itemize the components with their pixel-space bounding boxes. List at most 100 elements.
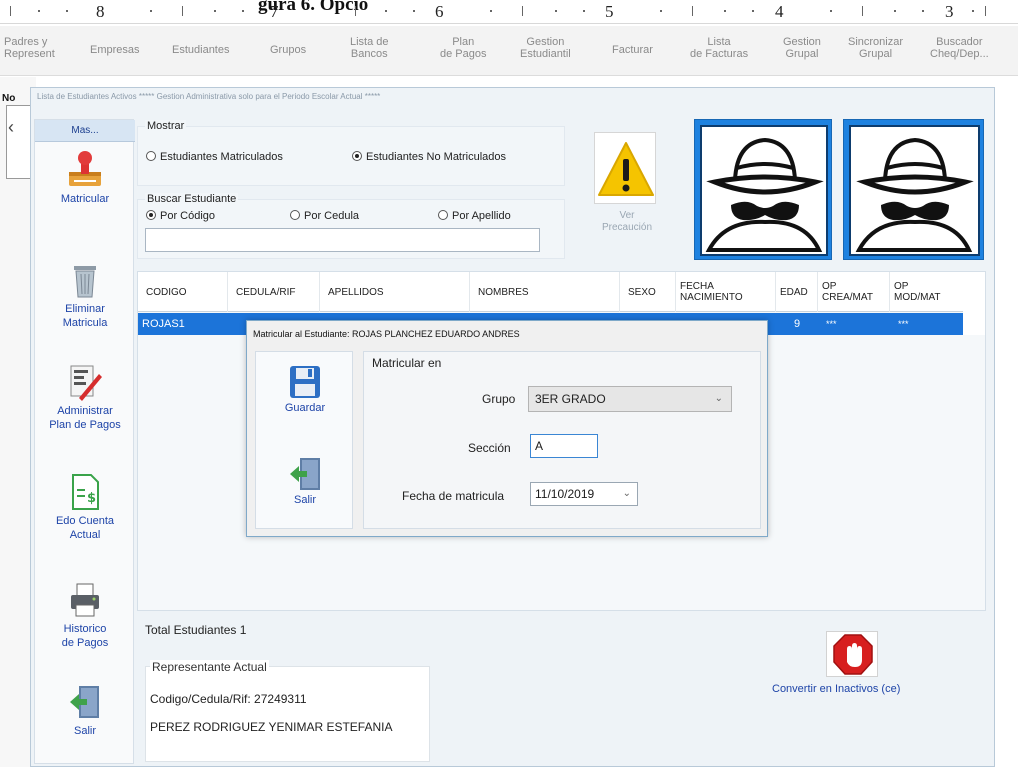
menu-empresas[interactable]: Empresas [90,44,140,56]
group-label: Grupo [482,392,516,406]
menu-padres-representantes[interactable]: Padres y Represent [4,36,55,60]
exit-door-icon [288,456,322,492]
side-toolbar: Mas... Matricular Eliminar Matricula Adm… [34,119,135,764]
ruler-number: 4 [775,2,784,21]
enroll-date-value: 11/10/2019 [535,487,595,501]
column-header-edad[interactable]: EDAD [776,272,818,312]
cell-op-mod: *** [898,319,909,329]
radio-label: Estudiantes No Matriculados [366,151,507,163]
payment-history-label: Historico de Pagos [61,623,109,649]
ruler-tick [522,6,523,16]
ruler-tick [894,10,896,12]
ruler-tick [355,6,356,16]
radio-dot [146,151,156,161]
menu-gestion-estudiantil[interactable]: Gestion Estudiantil [520,36,571,60]
exit-button[interactable]: Salir [35,682,135,738]
radio-dot [438,210,448,220]
enroll-label: Matricular [60,193,110,205]
spy-avatar-icon [694,119,832,260]
ruler-tick [66,10,68,12]
delete-enrollment-button[interactable]: Eliminar Matricula [35,260,135,330]
radio-search-by-cedula[interactable]: Por Cedula [290,210,359,222]
ruler-tick [413,10,415,12]
cell-edad: 9 [794,318,801,330]
menu-estudiantes[interactable]: Estudiantes [172,44,229,56]
exit-label: Salir [73,725,96,737]
back-arrow-icon[interactable]: ‹ [8,117,14,138]
menu-sincronizar-grupal[interactable]: Sincronizar Grupal [848,36,903,60]
radio-enrolled-students[interactable]: Estudiantes Matriculados [146,151,283,163]
search-student-label: Buscar Estudiante [145,193,239,205]
radio-label: Por Código [160,210,216,222]
column-header-codigo[interactable]: CODIGO [138,272,228,312]
dialog-exit-label: Salir [293,494,316,506]
edit-plan-icon [67,362,103,402]
enroll-button[interactable]: Matricular [35,150,135,206]
ruler-number: 8 [96,2,105,21]
ruler-tick [660,10,662,12]
tab-mas[interactable]: Mas... [35,120,135,142]
representative-id: Codigo/Cedula/Rif: 27249311 [150,692,307,706]
radio-dot-selected [146,210,156,220]
radio-not-enrolled-students[interactable]: Estudiantes No Matriculados [352,151,506,163]
representative-name: PEREZ RODRIGUEZ YENIMAR ESTEFANIA [150,720,393,734]
ruler-bar: gura 6. Opcio 8 7 6 5 4 3 [0,0,1018,24]
enroll-stamp-icon [67,150,103,190]
ruler-tick [182,6,183,16]
parent-label: No [2,93,16,104]
convert-inactive-label[interactable]: Convertir en Inactivos (ce) [772,683,900,695]
view-caution-button[interactable]: Ver Precaución [590,132,664,242]
ruler-number: 7 [270,2,279,21]
column-header-apellidos[interactable]: APELLIDOS [320,272,470,312]
representative-group [145,666,430,762]
top-menu-bar: Padres y Represent Empresas Estudiantes … [0,26,1018,76]
account-statement-icon: $ [67,472,103,512]
menu-lista-facturas[interactable]: Lista de Facturas [690,36,748,60]
ruler-tick [214,10,216,12]
printer-icon [67,580,103,620]
convert-inactive-button[interactable] [826,631,878,677]
payment-history-button[interactable]: Historico de Pagos [35,580,135,650]
ruler-tick [555,10,557,12]
total-students: Total Estudiantes 1 [145,623,247,637]
spy-avatar-icon [843,119,984,260]
delete-enrollment-label: Eliminar Matricula [62,303,108,329]
menu-facturar[interactable]: Facturar [612,44,653,56]
view-caution-label: Ver Precaución [601,210,653,233]
column-header-op-crea[interactable]: OP CREA/MAT [818,272,890,312]
menu-gestion-grupal[interactable]: Gestion Grupal [783,36,821,60]
menu-plan-pagos[interactable]: Plan de Pagos [440,36,486,60]
menu-buscador-cheques[interactable]: Buscador Cheq/Dep... [930,36,989,60]
enroll-date-label: Fecha de matricula [402,489,505,503]
ruler-tick [972,10,974,12]
section-input[interactable]: A [530,434,598,458]
column-header-fecha-nacimiento[interactable]: FECHA NACIMIENTO [676,272,776,312]
chevron-down-icon: ⌄ [714,393,723,404]
stop-hand-icon [833,634,873,675]
enroll-date-picker[interactable]: 11/10/2019 ⌄ [530,482,638,506]
column-header-nombres[interactable]: NOMBRES [470,272,620,312]
save-button[interactable]: Guardar [256,364,354,414]
section-label: Sección [468,441,511,455]
dialog-exit-button[interactable]: Salir [256,456,354,506]
dialog-action-panel: Guardar Salir [255,351,353,529]
column-header-cedula[interactable]: CEDULA/RIF [228,272,320,312]
account-statement-label: Edo Cuenta Actual [55,515,115,541]
account-statement-button[interactable]: $ Edo Cuenta Actual [35,472,135,542]
manage-payment-plan-button[interactable]: Administrar Plan de Pagos [35,362,135,432]
search-input[interactable] [145,228,540,252]
cell-codigo: ROJAS1 [142,318,185,330]
column-header-op-mod[interactable]: OP MOD/MAT [890,272,965,312]
ruler-tick [724,10,726,12]
menu-grupos[interactable]: Grupos [270,44,306,56]
menu-lista-bancos[interactable]: Lista de Bancos [350,36,389,60]
column-header-sexo[interactable]: SEXO [620,272,676,312]
ruler-tick [862,6,863,16]
radio-search-by-code[interactable]: Por Código [146,210,215,222]
ruler-tick [10,6,11,16]
ruler-number: 6 [435,2,444,21]
ruler-tick [985,6,986,16]
radio-search-by-lastname[interactable]: Por Apellido [438,210,511,222]
group-select[interactable]: 3ER GRADO ⌄ [528,386,732,412]
ruler-tick [242,10,244,12]
